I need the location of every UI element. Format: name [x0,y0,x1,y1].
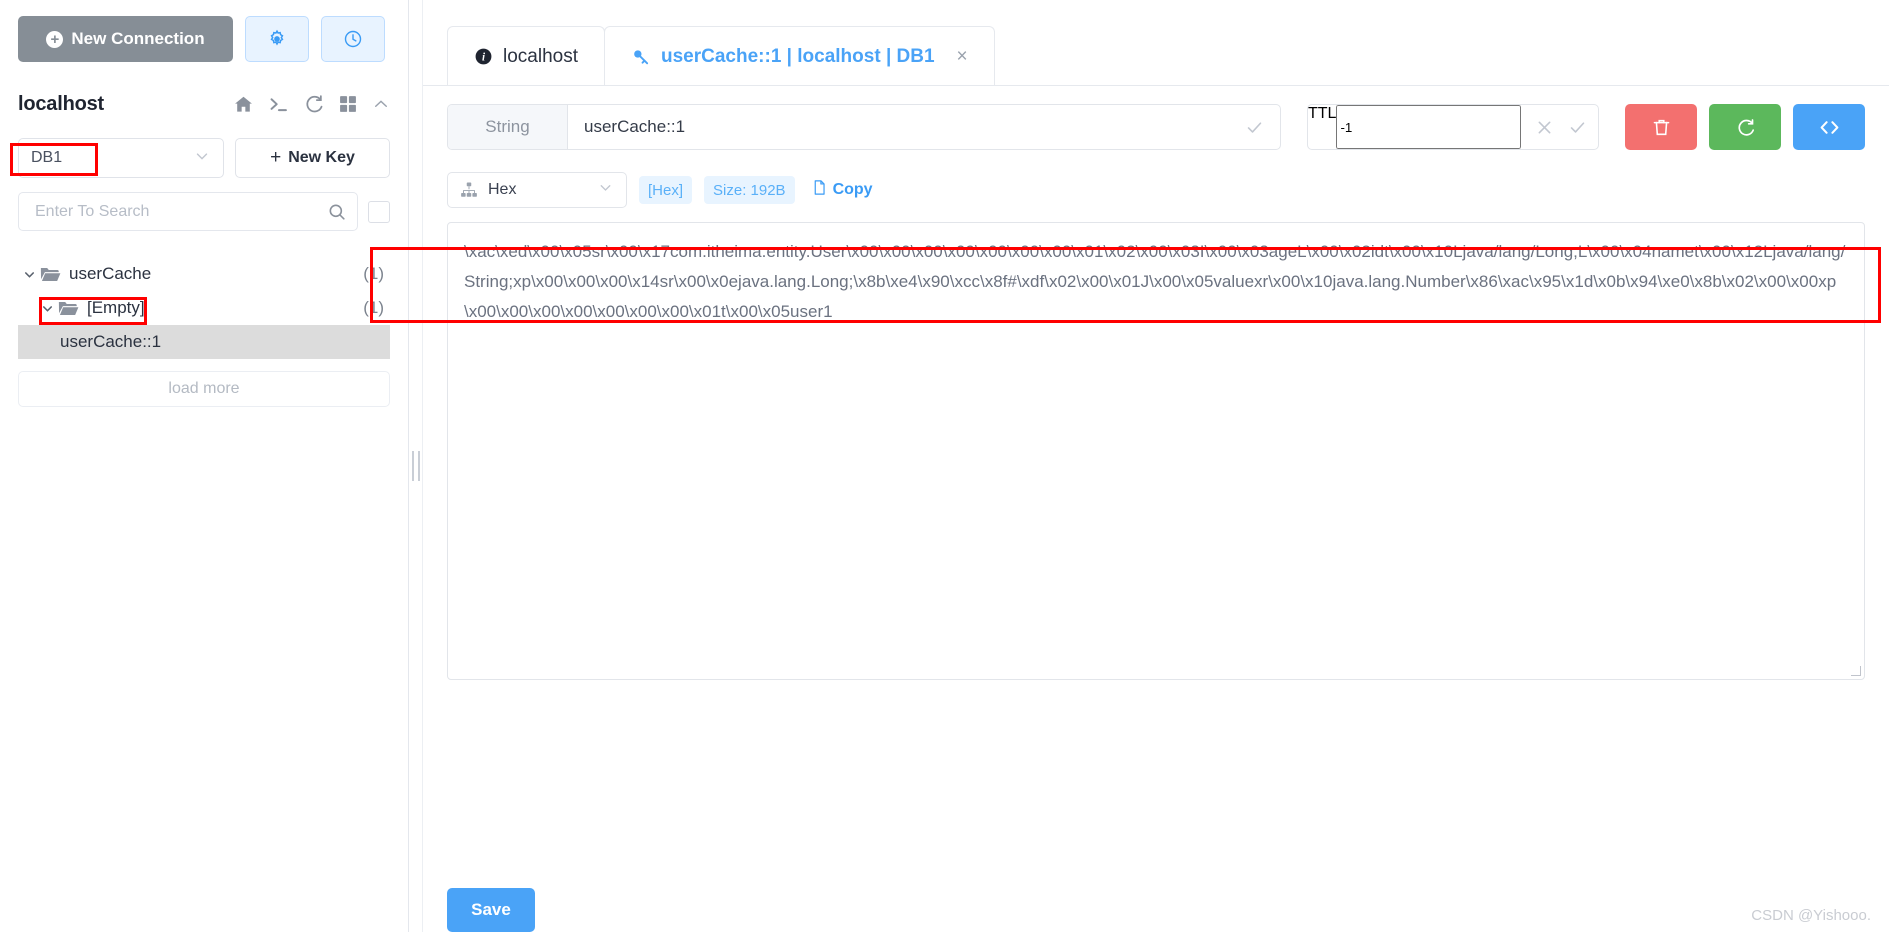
sidebar-host-icons [233,94,390,115]
delete-key-button[interactable] [1625,104,1697,150]
history-clock-icon [344,30,362,48]
history-clock-button[interactable] [321,16,385,62]
terminal-icon[interactable] [268,94,289,115]
ttl-actions [1521,105,1598,149]
key-icon [631,47,651,67]
tree-row-selected-key[interactable]: userCache::1 [18,325,390,359]
check-icon[interactable] [1229,105,1280,149]
search-wrapper [18,192,358,231]
splitter-grip-icon [411,451,420,481]
format-toolbar: Hex [Hex] Size: 192B Copy [423,150,1889,208]
new-key-label: New Key [288,149,355,166]
search-icon[interactable] [327,202,347,222]
key-tree: userCache (1) [Empty] (1) userCache::1 l… [18,257,390,407]
format-select[interactable]: Hex [447,172,627,208]
tree-item-count: (1) [363,264,384,283]
size-chip: Size: 192B [704,176,795,204]
check-icon[interactable] [1568,118,1587,137]
new-connection-button[interactable]: + New Connection [18,16,233,62]
code-icon [1820,120,1838,134]
folder-open-icon [58,299,79,317]
watermark: CSDN @Yishooo. [1751,907,1871,924]
new-key-button[interactable]: + New Key [235,138,390,178]
resize-handle-icon[interactable] [1850,665,1862,677]
refresh-key-button[interactable] [1709,104,1781,150]
value-content[interactable]: \xac\xed\x00\x05sr\x00\x17com.itheima.en… [447,222,1865,680]
plus-icon: + [270,147,282,168]
key-type-label: String [448,105,568,149]
save-row: Save [423,860,1889,932]
sidebar-toolbar: + New Connection [18,0,390,62]
ttl-input[interactable] [1336,105,1522,149]
tree-row[interactable]: userCache (1) [18,257,390,291]
plus-icon: + [46,30,64,48]
copy-label: Copy [832,181,873,198]
main-panel: i localhost userCache::1 | localhost | D… [423,0,1889,932]
settings-gear-icon [270,29,284,46]
ttl-label: TTL [1308,105,1337,122]
sidebar-search-row [18,192,390,231]
folder-open-icon [40,265,61,283]
trash-icon [1653,119,1669,135]
tab-label: localhost [503,45,578,67]
chevron-down-icon[interactable] [18,267,40,282]
sidebar-host-name: localhost [18,92,104,115]
sidebar-db-row: DB1 + New Key [18,138,390,178]
sitemap-icon [460,181,478,199]
tab-bar: i localhost userCache::1 | localhost | D… [423,0,1889,86]
chevron-up-icon[interactable] [372,95,390,113]
db-select[interactable]: DB1 [18,138,224,178]
key-name-input[interactable] [568,105,1229,149]
search-input[interactable] [33,201,327,222]
new-connection-label: New Connection [71,29,205,48]
refresh-icon [1737,118,1754,136]
key-action-buttons [1625,104,1865,150]
app-root: + New Connection localhost DB1 + New Key… [0,0,1889,932]
tree-item-count: (1) [363,298,384,317]
tree-item-label: [Empty] [87,298,145,317]
info-icon: i [474,47,493,66]
code-view-button[interactable] [1793,104,1865,150]
sidebar-host-row: localhost [18,88,390,120]
chevron-down-icon [193,147,211,170]
format-select-value: Hex [488,181,517,198]
panel-splitter[interactable] [409,0,423,932]
tree-item-label: userCache [69,264,152,283]
tab-localhost[interactable]: i localhost [447,26,605,86]
tree-row[interactable]: [Empty] (1) [18,291,390,325]
copy-button[interactable]: Copy [811,179,873,201]
tree-item-label: userCache::1 [60,332,162,351]
key-toolbar: String TTL [423,86,1889,150]
save-button[interactable]: Save [447,888,535,932]
chevron-down-icon [597,179,614,201]
ttl-field-group: TTL [1307,104,1599,150]
close-icon[interactable] [1535,118,1554,137]
tab-label: userCache::1 | localhost | DB1 [661,45,935,67]
key-field-group: String [447,104,1281,150]
refresh-icon[interactable] [303,94,324,115]
chevron-down-icon[interactable] [36,301,58,316]
settings-gear-button[interactable] [245,16,309,62]
db-select-value: DB1 [31,149,63,166]
close-icon[interactable]: × [957,46,968,68]
home-icon[interactable] [233,94,254,115]
tab-key-usercache-1[interactable]: userCache::1 | localhost | DB1 × [604,26,995,86]
grid-icon[interactable] [338,94,358,114]
sidebar: + New Connection localhost DB1 + New Key… [0,0,409,932]
document-icon [811,179,828,201]
detected-format-chip[interactable]: [Hex] [639,176,693,204]
load-more-button[interactable]: load more [18,371,390,407]
value-area: \xac\xed\x00\x05sr\x00\x17com.itheima.en… [423,208,1889,860]
search-regex-checkbox[interactable] [368,200,390,223]
